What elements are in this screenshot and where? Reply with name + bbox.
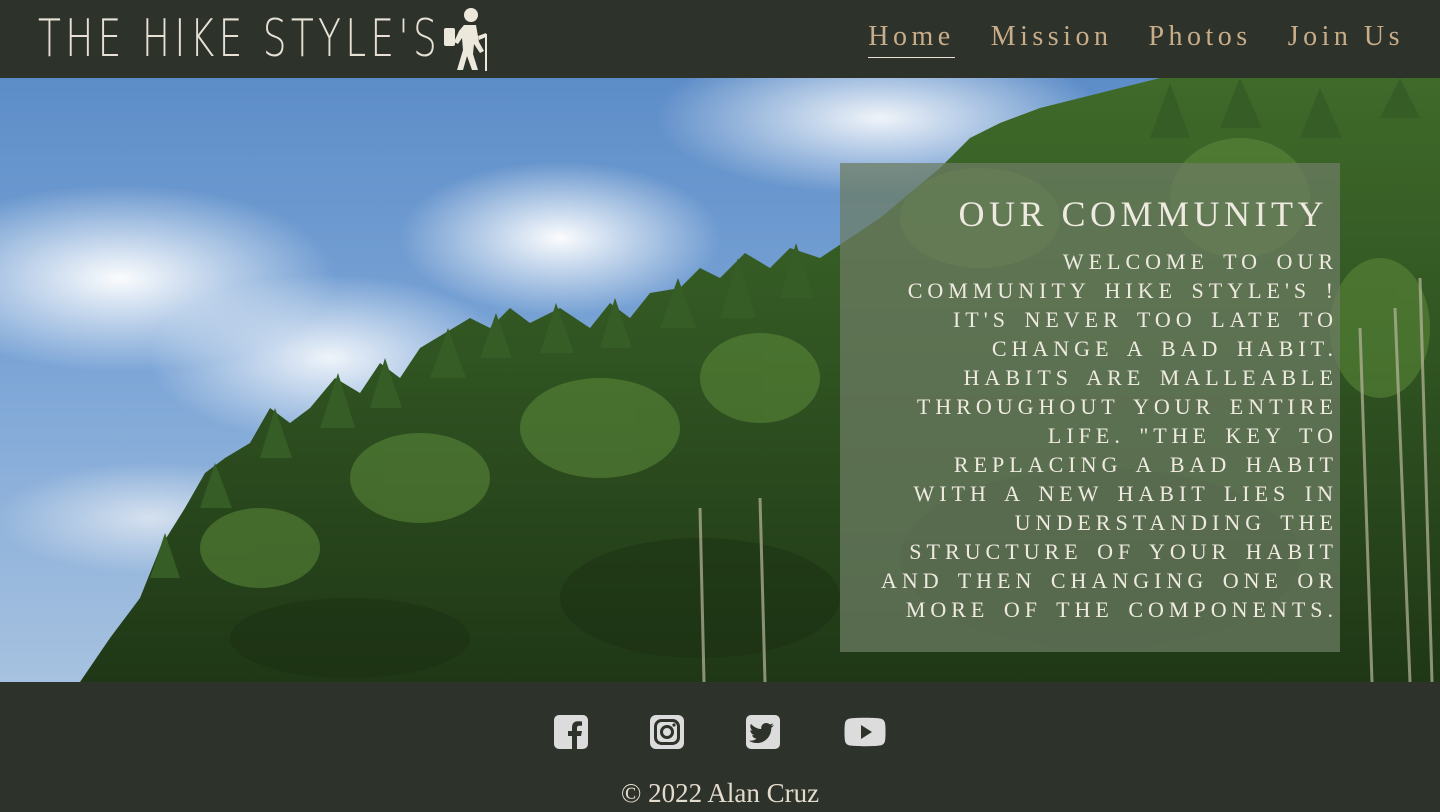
instagram-icon[interactable] xyxy=(647,712,687,752)
nav-mission[interactable]: Mission xyxy=(991,21,1113,57)
panel-title: OUR COMMUNITY xyxy=(958,194,1328,234)
social-links xyxy=(0,712,1440,752)
site-footer: © 2022 Alan Cruz xyxy=(0,682,1440,812)
panel-body: Welcome to our community Hike Style's ! … xyxy=(880,249,1338,622)
nav-photos[interactable]: Photos xyxy=(1148,21,1251,57)
facebook-icon[interactable] xyxy=(551,712,591,752)
youtube-icon[interactable] xyxy=(843,712,887,752)
nav-home[interactable]: Home xyxy=(868,21,955,58)
nav-join-us[interactable]: Join Us xyxy=(1288,21,1404,57)
community-panel: OUR COMMUNITY Welcome to our community H… xyxy=(840,163,1340,652)
brand-title[interactable]: THE HIKE STYLE'S xyxy=(38,4,441,74)
hiker-icon[interactable] xyxy=(440,6,496,72)
copyright-text: © 2022 Alan Cruz xyxy=(620,778,820,808)
main-nav: Home Mission Photos Join Us xyxy=(868,0,1404,78)
site-header: THE HIKE STYLE'S Home Mission Photos Joi… xyxy=(0,0,1440,78)
hero-section: OUR COMMUNITY Welcome to our community H… xyxy=(0,78,1440,682)
twitter-icon[interactable] xyxy=(743,712,783,752)
